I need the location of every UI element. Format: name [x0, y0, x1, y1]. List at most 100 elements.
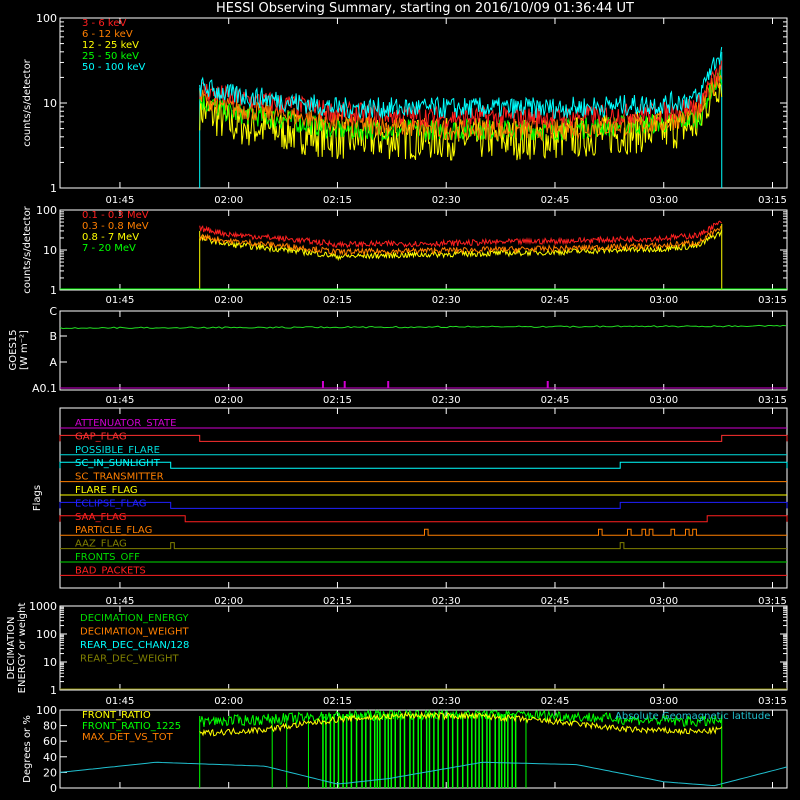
time-tick-label: 02:15: [323, 596, 352, 607]
xray-legend-item: 25 - 50 keV: [82, 51, 139, 62]
time-tick-label: 03:15: [758, 195, 787, 206]
y-tick-label: 100: [36, 12, 57, 25]
y-tick-label: C: [49, 305, 57, 318]
y-tick-label: 10: [43, 97, 57, 110]
y-tick-label: 100: [36, 628, 57, 641]
page-title: HESSI Observing Summary, starting on 201…: [216, 1, 634, 16]
flag-label: AAZ_FLAG: [75, 539, 127, 550]
flag-line: [59, 434, 788, 442]
time-tick-label: 02:45: [541, 395, 570, 406]
time-tick-label: 01:45: [106, 696, 135, 707]
time-tick-label: 03:00: [649, 295, 678, 306]
y-tick-label: 1: [50, 284, 57, 297]
y-tick-label: 100: [36, 204, 57, 217]
flag-label: POSSIBLE_FLARE: [75, 445, 160, 456]
ratio-ylabel: Degrees or %: [22, 715, 33, 783]
gamma-legend-item: 0.3 - 0.8 MeV: [82, 221, 149, 232]
time-tick-label: 02:30: [432, 295, 461, 306]
flag-line: [59, 461, 788, 469]
y-tick-label: 10: [43, 244, 57, 257]
flag-label: ATTENUATOR_STATE: [75, 418, 176, 429]
time-tick-label: 01:45: [106, 195, 135, 206]
y-tick-label: 20: [43, 766, 57, 779]
decimation-ylabel: DECIMATION: [6, 616, 17, 679]
time-tick-label: 03:15: [758, 295, 787, 306]
ratio-legend-item: FRONT_RATIO_1225: [82, 721, 181, 732]
time-tick-label: 03:15: [758, 395, 787, 406]
hessi-summary: HESSI Observing Summary, starting on 201…: [0, 0, 800, 800]
time-tick-label: 02:15: [323, 195, 352, 206]
y-tick-label: 60: [43, 735, 57, 748]
flag-label: GAP_FLAG: [75, 431, 127, 442]
xray-legend-item: 12 - 25 keV: [82, 40, 139, 51]
flag-line: [59, 501, 788, 509]
time-tick-label: 02:30: [432, 395, 461, 406]
flag-label: BAD_PACKETS: [75, 565, 146, 576]
flag-label: SAA_FLAG: [75, 512, 126, 523]
goes-ylabel: GOES15: [8, 329, 19, 370]
latitude-line: [59, 761, 788, 787]
time-tick-label: 02:00: [214, 295, 243, 306]
decimation-legend-item: DECIMATION_ENERGY: [80, 613, 189, 624]
ratio-legend-item: FRONT_RATIO: [82, 710, 151, 721]
time-tick-label: 01:45: [106, 395, 135, 406]
time-tick-label: 02:45: [541, 195, 570, 206]
flag-line: [59, 515, 788, 523]
flags-ylabel: Flags: [32, 485, 43, 511]
xray-legend-item: 50 - 100 keV: [82, 62, 146, 73]
goes-unit: [W m⁻²]: [19, 330, 30, 370]
time-tick-label: 02:45: [541, 295, 570, 306]
time-tick-label: 02:30: [432, 195, 461, 206]
gamma-legend-item: 7 - 20 MeV: [82, 243, 136, 254]
time-tick-label: 03:00: [649, 696, 678, 707]
goes-line: [59, 324, 787, 330]
time-tick-label: 02:15: [323, 696, 352, 707]
latitude-annotation: Absolute Geomagnetic latitude: [615, 711, 770, 722]
time-tick-label: 02:00: [214, 395, 243, 406]
time-tick-label: 01:45: [106, 295, 135, 306]
time-tick-label: 02:30: [432, 696, 461, 707]
flag-label: FLARE_FLAG: [75, 485, 138, 496]
flag-label: SC_IN_SUNLIGHT: [75, 458, 161, 469]
xray-ylabel: counts/s/detector: [22, 58, 33, 146]
time-tick-label: 02:45: [541, 696, 570, 707]
summary-plot: HESSI Observing Summary, starting on 201…: [6, 1, 788, 795]
goes-panel-frame: [59, 310, 788, 391]
ratio-legend-item: MAX_DET_VS_TOT: [82, 732, 174, 743]
y-tick-label: 0: [50, 782, 57, 795]
time-tick-label: 02:15: [323, 395, 352, 406]
gamma-ylabel: counts/s/detector: [22, 205, 33, 293]
time-tick-label: 02:00: [214, 696, 243, 707]
y-tick-label: 1: [50, 684, 57, 697]
time-tick-label: 01:45: [106, 596, 135, 607]
flag-label: ECLIPSE_FLAG: [75, 498, 146, 509]
xray-series-line: [199, 60, 723, 128]
decimation-ylabel2: ENERGY or weight: [17, 603, 28, 694]
y-tick-label: 40: [43, 751, 57, 764]
time-tick-label: 02:00: [214, 596, 243, 607]
y-tick-label: 100: [36, 704, 57, 717]
time-tick-label: 03:00: [649, 596, 678, 607]
time-tick-label: 03:15: [758, 596, 787, 607]
y-tick-label: 10: [43, 656, 57, 669]
flag-line: [60, 542, 787, 550]
decimation-legend-item: REAR_DEC_CHAN/128: [80, 640, 189, 651]
flag-label: FRONTS_OFF: [75, 552, 140, 563]
y-tick-label: A: [49, 356, 57, 369]
gamma-legend-item: 0.1 - 0.3 MeV: [82, 210, 149, 221]
time-tick-label: 02:30: [432, 596, 461, 607]
y-tick-label: 80: [43, 720, 57, 733]
time-tick-label: 03:15: [758, 696, 787, 707]
y-tick-label: 1: [50, 182, 57, 195]
gamma-legend-item: 0.8 - 7 MeV: [82, 232, 139, 243]
time-tick-label: 03:00: [649, 395, 678, 406]
y-tick-label: A0.1: [32, 382, 57, 395]
time-tick-label: 02:15: [323, 295, 352, 306]
flag-label: PARTICLE_FLAG: [75, 525, 152, 536]
xray-legend-item: 3 - 6 keV: [82, 18, 126, 29]
gamma-series-line: [199, 220, 722, 249]
time-tick-label: 02:00: [214, 195, 243, 206]
decimation-legend-item: REAR_DEC_WEIGHT: [80, 654, 179, 665]
y-tick-label: 1000: [29, 600, 57, 613]
xray-legend-item: 6 - 12 keV: [82, 29, 133, 40]
